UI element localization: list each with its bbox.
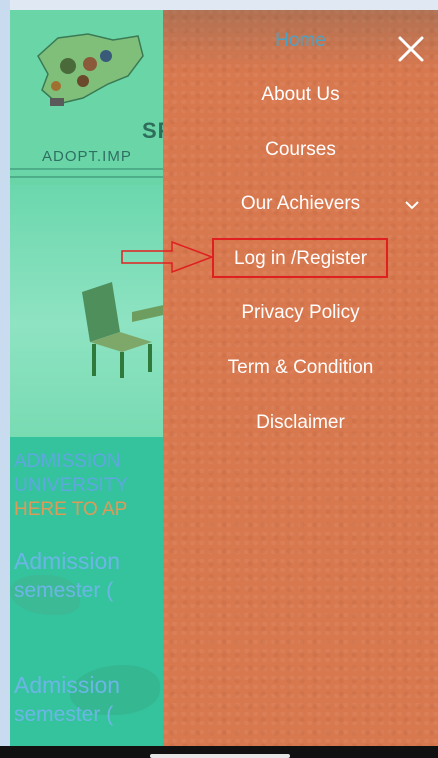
status-strip (0, 0, 438, 10)
classroom-desk-image (82, 282, 177, 378)
menu-item-term-condition[interactable]: Term & Condition (163, 357, 438, 379)
home-indicator[interactable] (150, 754, 290, 758)
site-domain-text: ADOPT.IMP (42, 148, 132, 165)
close-icon[interactable] (396, 34, 426, 64)
app-screen: SP ADOPT.IMP ADMISSION UNIVERSITY HERE T… (0, 0, 438, 758)
menu-item-privacy-policy[interactable]: Privacy Policy (163, 302, 438, 324)
site-logo (37, 33, 144, 106)
menu-item-disclaimer[interactable]: Disclaimer (163, 412, 438, 434)
highlight-box (212, 238, 388, 278)
menu-item-our-achievers[interactable]: Our Achievers (163, 193, 438, 215)
arrow-right-icon (121, 240, 215, 274)
menu-item-about-us[interactable]: About Us (163, 84, 438, 106)
left-edge-strip (0, 0, 10, 758)
nav-drawer: Home About Us Courses Our Achievers Log … (163, 10, 438, 746)
menu-item-courses[interactable]: Courses (163, 139, 438, 161)
chevron-down-icon[interactable] (403, 198, 421, 212)
